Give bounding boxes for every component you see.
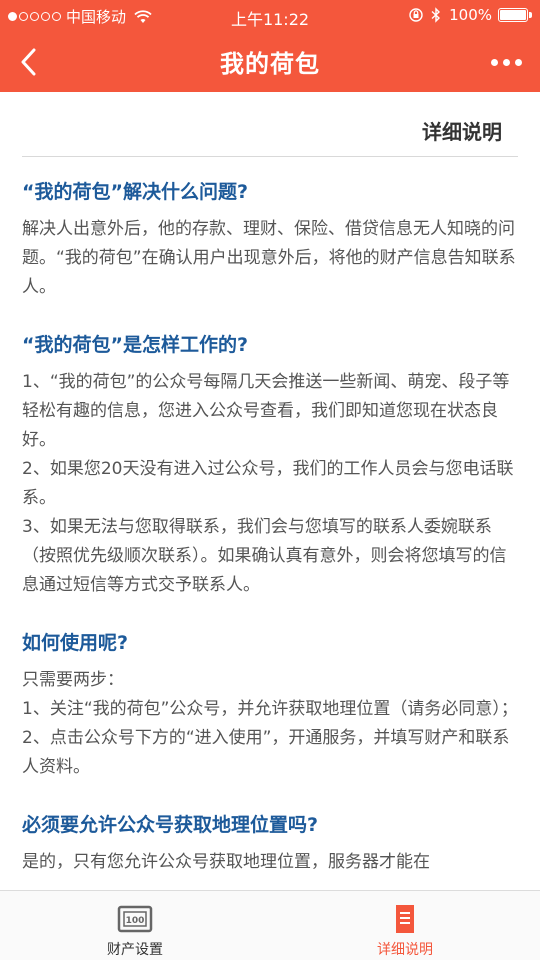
more-dot: [502, 58, 510, 66]
app-header: 中国移动 上午11:22 100% 我的荷包: [0, 0, 540, 92]
faq-section: 必须要允许公众号获取地理位置吗? 是的，只有您允许公众号获取地理位置，服务器才能…: [22, 812, 518, 877]
more-dot: [514, 58, 522, 66]
section-label: 详细说明: [422, 120, 502, 144]
tab-property-settings[interactable]: 100 财产设置: [0, 891, 270, 960]
tab-details[interactable]: 详细说明: [270, 891, 540, 960]
faq-heading: “我的荷包”是怎样工作的?: [22, 334, 248, 356]
faq-section: 如何使用呢? 只需要两步： 1、关注“我的荷包”公众号，并允许获取地理位置（请务必…: [22, 630, 518, 782]
faq-heading: 必须要允许公众号获取地理位置吗?: [22, 814, 319, 836]
faq-section: “我的荷包”解决什么问题? 解决人出意外后，他的存款、理财、保险、借贷信息无人知…: [22, 179, 518, 302]
faq-heading: 如何使用呢?: [22, 632, 129, 654]
status-right: 100%: [409, 6, 532, 24]
faq-body: 1、“我的荷包”的公众号每隔几天会推送一些新闻、萌宠、段子等轻松有趣的信息，您进…: [22, 372, 514, 595]
tab-bar: 100 财产设置 详细说明: [0, 890, 540, 960]
faq-body: 只需要两步： 1、关注“我的荷包”公众号，并允许获取地理位置（请务必同意）； 2、点…: [22, 670, 518, 777]
faq-body: 是的，只有您允许公众号获取地理位置，服务器才能在: [22, 852, 430, 872]
svg-text:100: 100: [126, 916, 145, 926]
faq-heading: “我的荷包”解决什么问题?: [22, 181, 248, 203]
wallet-100-icon: 100: [117, 905, 153, 933]
document-icon: [396, 905, 414, 933]
more-dot: [490, 58, 498, 66]
faq-section: “我的荷包”是怎样工作的? 1、“我的荷包”的公众号每隔几天会推送一些新闻、萌宠…: [22, 332, 518, 600]
bluetooth-icon: [431, 7, 441, 23]
rotation-lock-icon: [409, 8, 423, 22]
divider: [22, 156, 518, 157]
page-title: 我的荷包: [220, 50, 320, 78]
faq-body: 解决人出意外后，他的存款、理财、保险、借贷信息无人知晓的问题。“我的荷包”在确认…: [22, 219, 516, 297]
tab-label: 详细说明: [377, 942, 433, 958]
tab-label: 财产设置: [107, 942, 163, 958]
status-bar: 中国移动 上午11:22 100%: [0, 0, 540, 32]
battery-percent: 100%: [449, 6, 492, 24]
battery-icon: [498, 8, 532, 22]
navigation-bar: 我的荷包: [0, 32, 540, 92]
more-button[interactable]: [484, 46, 528, 78]
content-area[interactable]: 详细说明 “我的荷包”解决什么问题? 解决人出意外后，他的存款、理财、保险、借贷…: [0, 92, 540, 890]
